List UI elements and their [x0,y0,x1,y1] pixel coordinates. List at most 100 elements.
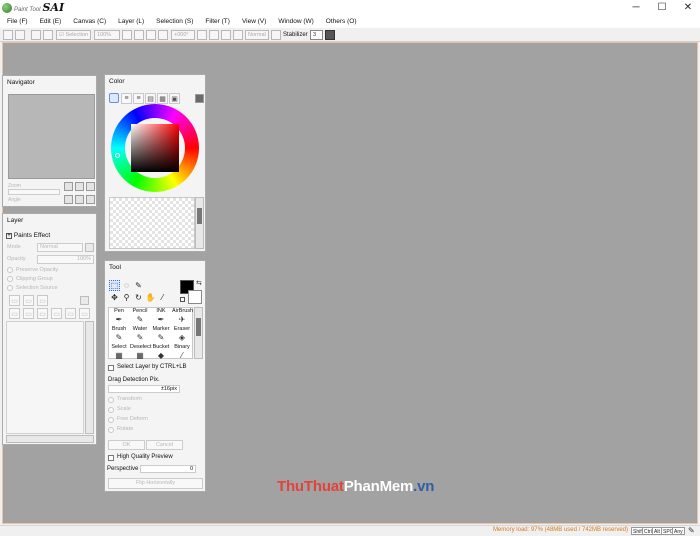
maximize-button[interactable]: ☐ [648,0,676,15]
layer-mode-select[interactable]: Normal [37,243,83,252]
brush-binary-label[interactable]: Binary [172,344,192,350]
scale-radio[interactable] [108,407,114,413]
hue-marker[interactable] [115,153,120,158]
secondary-color-swatch[interactable] [188,290,202,304]
move-tool-icon[interactable]: ✥ [109,292,120,303]
magic-wand-tool-icon[interactable]: ✎ [133,280,144,291]
new-linework-layer-icon[interactable]: ▭ [23,295,34,306]
lasso-tool-icon[interactable]: ◌ [121,280,132,291]
drag-detection-slider[interactable]: ±16pix [108,385,180,393]
menu-edit[interactable]: Edit (E) [33,15,67,28]
clear-layer-icon[interactable]: ▭ [37,308,48,319]
zoom-fit-icon[interactable] [158,30,168,40]
zoom-out-icon[interactable] [122,30,132,40]
eraser-brush-icon[interactable]: ◈ [172,333,192,342]
brush-brush-icon[interactable]: ✎ [109,333,129,342]
water-brush-icon[interactable]: ✎ [130,333,150,342]
scratch-pad-mode-icon[interactable]: ▣ [169,93,180,104]
invert-selection-icon[interactable] [43,30,53,40]
swatch-scrollbar[interactable] [195,197,204,249]
swatches-mode-icon[interactable]: ▦ [157,93,168,104]
binary-brush-icon[interactable]: ⁄ [172,351,192,360]
ok-button[interactable]: OK [108,440,145,450]
transform-radio[interactable] [108,397,114,403]
navigator-rotate-left-icon[interactable] [64,195,73,204]
swap-colors-icon[interactable]: ⇆ [196,279,202,287]
flip-view-icon[interactable] [233,30,243,40]
layer-mask-icon[interactable]: ▭ [79,308,90,319]
preserve-opacity-checkbox[interactable] [7,267,13,273]
navigator-preview[interactable] [8,94,95,179]
stabilizer-field[interactable]: 3 [310,30,323,40]
close-button[interactable]: ✕ [674,0,700,15]
color-wheel[interactable] [111,104,199,192]
menu-view[interactable]: View (V) [235,15,271,28]
rotate-radio[interactable] [108,427,114,433]
perspective-slider[interactable]: 0 [140,465,196,473]
brush-pen-label[interactable]: Pen [109,308,129,314]
brush-select-label[interactable]: Select [109,344,129,350]
rgb-slider-mode-icon[interactable]: ≡ [121,93,132,104]
marker-brush-icon[interactable]: ✎ [151,333,171,342]
blend-mode-select[interactable]: Normal [245,30,269,40]
color-wheel-mode-icon[interactable] [109,93,119,103]
brush-deselect-label[interactable]: Deselect [130,344,151,350]
bucket-brush-icon[interactable]: ◆ [151,351,171,360]
merge-down-icon[interactable]: ▭ [23,308,34,319]
hq-preview-checkbox[interactable] [108,455,114,461]
brush-marker-label[interactable]: Marker [151,326,171,332]
eyedropper-tool-icon[interactable]: ⁄ [157,292,168,303]
saturation-value-square[interactable] [131,124,179,172]
layer-list[interactable] [6,321,84,434]
new-folder-icon[interactable]: ▭ [37,295,48,306]
transparent-color-icon[interactable] [180,297,185,302]
free-deform-radio[interactable] [108,417,114,423]
brush-grid-scroll-thumb[interactable] [196,318,201,336]
flip-horizontally-button[interactable]: Flip Horizontally [108,478,203,489]
brush-grid-scrollbar[interactable] [194,307,203,359]
layer-menu-icon[interactable] [80,296,89,305]
menu-others[interactable]: Others (O) [319,15,362,28]
select-layer-checkbox[interactable] [108,365,114,371]
new-layer-icon[interactable]: ▭ [9,295,20,306]
delete-layer-icon[interactable]: ▭ [51,308,62,319]
cancel-button[interactable]: Cancel [146,440,183,450]
navigator-zoom-reset-icon[interactable] [86,182,95,191]
swatch-scroll-thumb[interactable] [197,208,202,224]
brush-pencil-label[interactable]: Pencil [130,308,150,314]
navigator-rotate-right-icon[interactable] [75,195,84,204]
deselect-brush-icon[interactable]: ▦ [130,351,150,360]
stabilizer-dropdown-icon[interactable] [325,30,335,40]
rectangle-select-tool-icon[interactable]: ⬚ [109,280,120,291]
airbrush-brush-icon[interactable]: ✈ [172,315,192,324]
selection-toggle[interactable]: ☑ Selection [56,30,91,40]
layer-opacity-slider[interactable]: 100% [37,255,94,264]
ink-brush-icon[interactable]: ✒ [151,315,171,324]
zoom-field[interactable]: 100% [94,30,120,40]
zoom-tool-icon[interactable]: ⚲ [121,292,132,303]
layer-mode-dropdown-icon[interactable] [85,243,94,252]
brush-brush-label[interactable]: Brush [109,326,129,332]
angle-field[interactable]: +000° [171,30,195,40]
hand-tool-icon[interactable]: ✋ [145,292,156,303]
blend-dropdown-icon[interactable] [271,30,281,40]
brush-bucket-label[interactable]: Bucket [151,344,171,350]
zoom-reset-icon[interactable] [146,30,156,40]
navigator-rotate-reset-icon[interactable] [86,195,95,204]
redo-icon[interactable] [15,30,25,40]
menu-window[interactable]: Window (W) [271,15,318,28]
swatch-grid[interactable] [109,197,195,249]
navigator-zoom-in-icon[interactable] [75,182,84,191]
select-brush-icon[interactable]: ▦ [109,351,129,360]
color-panel-menu-icon[interactable] [195,94,204,103]
minimize-button[interactable]: ─ [622,0,650,15]
zoom-in-icon[interactable] [134,30,144,40]
selection-source-checkbox[interactable] [7,285,13,291]
menu-canvas[interactable]: Canvas (C) [66,15,111,28]
hsv-slider-mode-icon[interactable]: ≡ [133,93,144,104]
pencil-brush-icon[interactable]: ✎ [130,315,150,324]
brush-airbrush-label[interactable]: AirBrush [172,308,193,314]
menu-layer[interactable]: Layer (L) [111,15,149,28]
rotate-tool-icon[interactable]: ↻ [133,292,144,303]
clipping-group-checkbox[interactable] [7,276,13,282]
